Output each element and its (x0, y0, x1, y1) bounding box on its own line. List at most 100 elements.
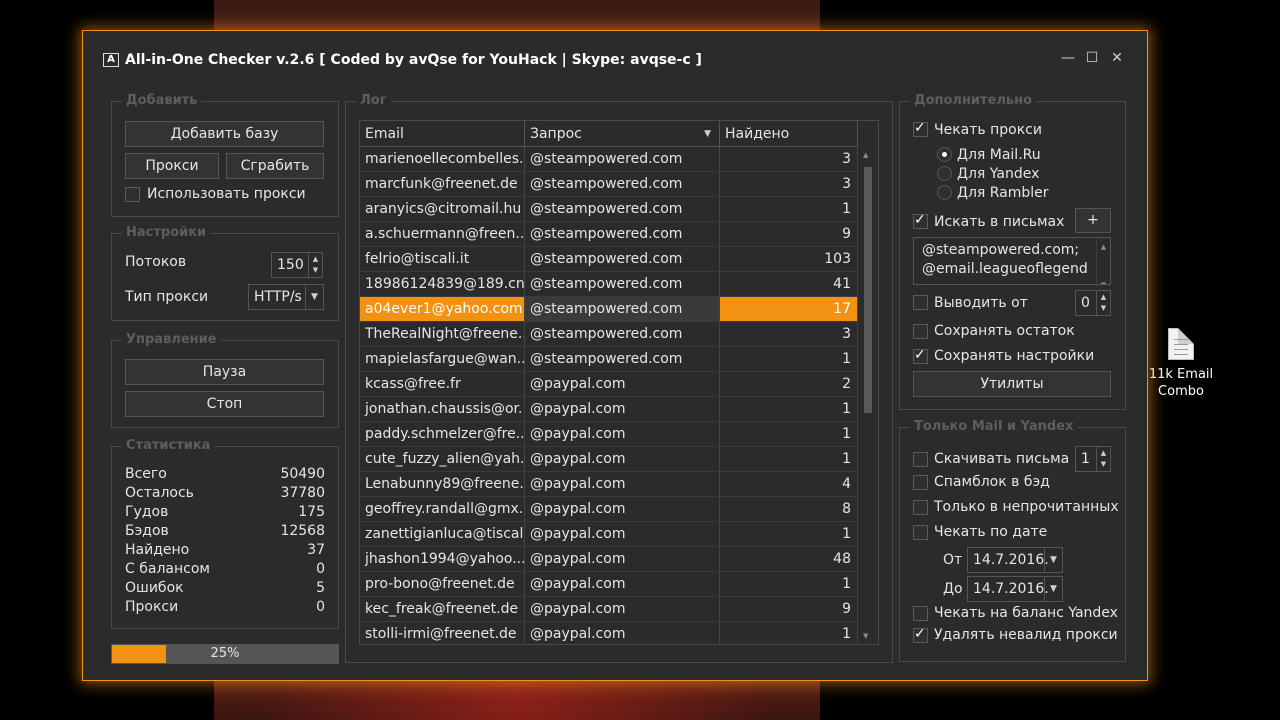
cell-request: @steampowered.com (525, 247, 720, 271)
chevron-down-icon[interactable]: ▼ (305, 285, 323, 309)
threads-stepper[interactable]: 150 ▲ ▼ (271, 252, 323, 278)
table-row[interactable]: aranyics@citromail.hu @steampowered.com 1 (360, 197, 858, 222)
table-row[interactable]: mapielasfargue@wan... @steampowered.com 1 (360, 347, 858, 372)
maximize-icon[interactable]: ☐ (1082, 50, 1102, 66)
unread-only-checkbox[interactable] (913, 500, 928, 515)
to-date-picker[interactable]: 14.7.2016. ▼ (967, 576, 1063, 602)
cell-request: @paypal.com (525, 372, 720, 396)
check-balance-checkbox[interactable] (913, 606, 928, 621)
table-row[interactable]: jhashon1994@yahoo.... @paypal.com 48 (360, 547, 858, 572)
cell-found: 3 (720, 172, 858, 196)
delete-invalid-checkbox[interactable] (913, 626, 928, 643)
chevron-down-icon[interactable]: ▼ (1044, 577, 1062, 601)
stepper-arrows-icon[interactable]: ▲ ▼ (308, 253, 322, 277)
proxy-type-select[interactable]: HTTP/s ▼ (248, 284, 324, 310)
cell-found: 17 (720, 297, 858, 321)
column-email[interactable]: Email (360, 121, 525, 147)
save-rest-checkbox[interactable] (913, 324, 928, 339)
pause-button[interactable]: Пауза (125, 359, 324, 385)
search-text-field[interactable]: @steampowered.com;@email.leagueoflegends… (913, 237, 1111, 285)
table-row[interactable]: kcass@free.fr @paypal.com 2 (360, 372, 858, 397)
table-row[interactable]: zanettigianluca@tiscal... @paypal.com 1 (360, 522, 858, 547)
control-group-label: Управление (122, 332, 221, 347)
proxy-button[interactable]: Прокси (125, 153, 219, 179)
download-letters-stepper[interactable]: 1 ▲ ▼ (1075, 446, 1111, 472)
cell-email: pro-bono@freenet.de (360, 572, 525, 596)
output-from-checkbox[interactable] (913, 295, 928, 310)
desktop-file[interactable]: 11k Email Combo (1146, 328, 1216, 400)
table-row[interactable]: felrio@tiscali.it @steampowered.com 103 (360, 247, 858, 272)
cell-found: 1 (720, 397, 858, 421)
cell-found: 8 (720, 497, 858, 521)
mail-yandex-group-label: Только Mail и Yandex (910, 419, 1078, 434)
minimize-icon[interactable]: — (1058, 50, 1078, 66)
table-row[interactable]: stolli-irmi@freenet.de @paypal.com 1 (360, 622, 858, 644)
cell-found: 9 (720, 222, 858, 246)
search-letters-checkbox[interactable] (913, 212, 928, 229)
threads-value: 150 (277, 257, 304, 273)
cell-email: kcass@free.fr (360, 372, 525, 396)
add-base-button[interactable]: Добавить базу (125, 121, 324, 147)
cell-email: stolli-irmi@freenet.de (360, 622, 525, 644)
close-icon[interactable]: ✕ (1107, 50, 1127, 66)
search-letters-label: Искать в письмах (934, 214, 1065, 230)
from-date-picker[interactable]: 14.7.2016. ▼ (967, 547, 1063, 573)
chevron-down-icon[interactable]: ▼ (1044, 548, 1062, 572)
spamblock-label: Спамблок в бэд (934, 474, 1050, 490)
table-row[interactable]: marcfunk@freenet.de @steampowered.com 3 (360, 172, 858, 197)
cell-request: @steampowered.com (525, 147, 720, 171)
table-row[interactable]: Lenabunny89@freene... @paypal.com 4 (360, 472, 858, 497)
cell-request: @paypal.com (525, 397, 720, 421)
cell-found: 1 (720, 572, 858, 596)
cell-email: a04ever1@yahoo.com (360, 297, 525, 321)
table-row[interactable]: pro-bono@freenet.de @paypal.com 1 (360, 572, 858, 597)
save-settings-checkbox[interactable] (913, 347, 928, 364)
check-proxy-checkbox[interactable] (913, 120, 928, 137)
use-proxy-label: Использовать прокси (147, 186, 306, 202)
table-row[interactable]: geoffrey.randall@gmx... @paypal.com 8 (360, 497, 858, 522)
cell-email: aranyics@citromail.hu (360, 197, 525, 221)
cell-email: Lenabunny89@freene... (360, 472, 525, 496)
table-row[interactable]: paddy.schmelzer@fre... @paypal.com 1 (360, 422, 858, 447)
stat-row: С балансом 0 (125, 561, 325, 577)
scroll-up-icon[interactable]: ▲ (863, 151, 868, 159)
column-found[interactable]: Найдено (720, 121, 858, 147)
radio-yandex[interactable] (937, 166, 952, 181)
stat-row: Гудов 175 (125, 504, 325, 520)
cell-request: @steampowered.com (525, 197, 720, 221)
radio-rambler[interactable] (937, 185, 952, 200)
scroll-down-icon[interactable]: ▼ (863, 632, 868, 640)
table-row[interactable]: a.schuermann@freen... @steampowered.com 9 (360, 222, 858, 247)
vertical-scrollbar[interactable]: ▲ ▼ (858, 147, 878, 644)
extra-group-label: Дополнительно (910, 93, 1037, 108)
radio-mailru[interactable] (937, 147, 952, 162)
spamblock-checkbox[interactable] (913, 475, 928, 490)
table-row[interactable]: marienoellecombelles... @steampowered.com… (360, 147, 858, 172)
cell-found: 9 (720, 597, 858, 621)
download-letters-checkbox[interactable] (913, 452, 928, 467)
table-row[interactable]: kec_freak@freenet.de @paypal.com 9 (360, 597, 858, 622)
textarea-scrollbar[interactable]: ▲ ▼ (1096, 238, 1110, 284)
table-row[interactable]: 18986124839@189.cn @steampowered.com 41 (360, 272, 858, 297)
desktop-file-label-2: Combo (1158, 384, 1204, 399)
output-from-stepper[interactable]: 0 ▲ ▼ (1075, 290, 1111, 316)
check-by-date-checkbox[interactable] (913, 525, 928, 540)
add-search-button[interactable]: + (1075, 208, 1111, 233)
grab-button[interactable]: Сграбить (226, 153, 324, 179)
stepper-arrows-icon[interactable]: ▲ ▼ (1096, 291, 1110, 315)
stop-button[interactable]: Стоп (125, 391, 324, 417)
stepper-arrows-icon[interactable]: ▲ ▼ (1096, 447, 1110, 471)
table-row[interactable]: a04ever1@yahoo.com @steampowered.com 17 (360, 297, 858, 322)
table-row[interactable]: jonathan.chaussis@or... @paypal.com 1 (360, 397, 858, 422)
table-row[interactable]: TheRealNight@freene... @steampowered.com 3 (360, 322, 858, 347)
stat-row: Найдено 37 (125, 542, 325, 558)
table-row[interactable]: cute_fuzzy_alien@yah... @paypal.com 1 (360, 447, 858, 472)
title-bar[interactable]: A All-in-One Checker v.2.6 [ Coded by av… (83, 31, 1147, 71)
column-request[interactable]: Запрос ▼ (525, 121, 720, 147)
from-date-label: От (943, 552, 963, 568)
scrollbar-thumb[interactable] (864, 167, 872, 413)
save-rest-label: Сохранять остаток (934, 323, 1075, 339)
use-proxy-checkbox[interactable] (125, 187, 140, 202)
stat-row: Осталось 37780 (125, 485, 325, 501)
utilities-button[interactable]: Утилиты (913, 371, 1111, 397)
